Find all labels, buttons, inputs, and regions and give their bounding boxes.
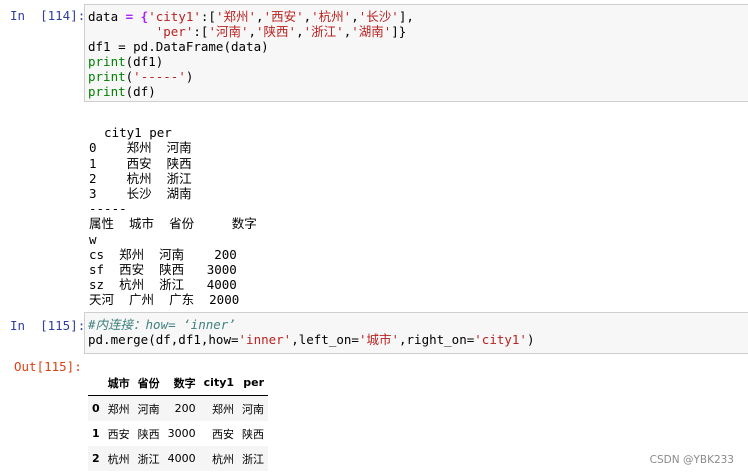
output-line: sz 杭州 浙江 4000 — [89, 277, 237, 293]
row-index: 1 — [92, 427, 100, 440]
column-header: per — [238, 370, 269, 396]
code-cell-1[interactable]: data = {'city1':['郑州','西安','杭州','长沙'], '… — [84, 4, 748, 102]
cell-2-output-prompt: Out[115]: — [14, 359, 82, 374]
output-line: 天河 广州 广东 2000 — [89, 292, 240, 308]
table-cell: 4000 — [167, 452, 196, 465]
merge-result-dataframe: 城市 省份 数字 city1 per 0 郑州 河南 200 郑州 河南 1 西… — [88, 370, 269, 471]
code-line-1: #内连接：how= ‘inner’ — [88, 317, 236, 332]
code-line-4: print(df1) — [88, 54, 164, 69]
output-line: 属性 城市 省份 数字 — [89, 216, 257, 232]
table-row: 0 郑州 河南 200 郑州 河南 — [88, 395, 269, 421]
output-line: ----- — [89, 201, 127, 217]
output-line: 0 郑州 河南 — [89, 140, 192, 156]
code-line-3: df1 = pd.DataFrame(data) — [88, 39, 269, 54]
csdn-watermark: CSDN @YBK233 — [649, 454, 734, 466]
cell-2-input-prompt: In [115]: — [10, 318, 86, 333]
output-line: w — [89, 231, 97, 247]
table-cell: 西安 — [212, 427, 235, 441]
column-header: 省份 — [133, 370, 164, 396]
cell-1-input-prompt: In [114]: — [10, 8, 86, 23]
table-cell: 浙江 — [242, 452, 265, 466]
table-cell: 郑州 — [212, 402, 235, 416]
table-row: 1 西安 陕西 3000 西安 陕西 — [88, 421, 268, 446]
column-header: 城市 — [103, 370, 134, 396]
table-cell: 陕西 — [242, 427, 265, 441]
code-line-6: print(df) — [88, 84, 156, 99]
output-line: city1 per — [89, 125, 172, 141]
output-line: 2 杭州 浙江 — [89, 170, 192, 186]
row-index: 0 — [92, 402, 100, 415]
table-cell: 陕西 — [137, 427, 160, 441]
output-line: cs 郑州 河南 200 — [89, 246, 237, 262]
code-line-1: data = {'city1':['郑州','西安','杭州','长沙'], — [88, 9, 414, 24]
table-cell: 浙江 — [137, 452, 160, 466]
output-line: 1 西安 陕西 — [89, 155, 192, 171]
output-line: 3 长沙 湖南 — [89, 186, 192, 202]
table-row: 2 杭州 浙江 4000 杭州 浙江 — [88, 446, 269, 471]
code-line-2: pd.merge(df,df1,how='inner',left_on='城市'… — [88, 332, 535, 347]
row-index: 2 — [92, 452, 100, 465]
code-line-2: 'per':['河南','陕西','浙江','湖南']} — [155, 24, 407, 39]
table-cell: 杭州 — [107, 452, 130, 466]
column-header: city1 — [199, 370, 239, 396]
table-header-row: 城市 省份 数字 city1 per — [88, 370, 269, 396]
column-header — [88, 370, 104, 396]
code-cell-2[interactable]: #内连接：how= ‘inner’ pd.merge(df,df1,how='i… — [84, 312, 748, 354]
table-cell: 200 — [174, 402, 196, 415]
output-line: sf 西安 陕西 3000 — [89, 262, 237, 278]
table-cell: 3000 — [167, 427, 196, 440]
table-cell: 河南 — [242, 402, 265, 416]
table-cell: 河南 — [137, 402, 160, 416]
table-cell: 杭州 — [212, 452, 235, 466]
cell-1-stdout: city1 per 0 郑州 河南 1 西安 陕西 2 杭州 浙江 3 长沙 湖南 ---… — [89, 110, 257, 323]
table-cell: 西安 — [107, 427, 130, 441]
code-line-5: print('-----') — [88, 69, 194, 84]
column-header: 数字 — [163, 370, 200, 396]
table-cell: 郑州 — [107, 402, 130, 416]
